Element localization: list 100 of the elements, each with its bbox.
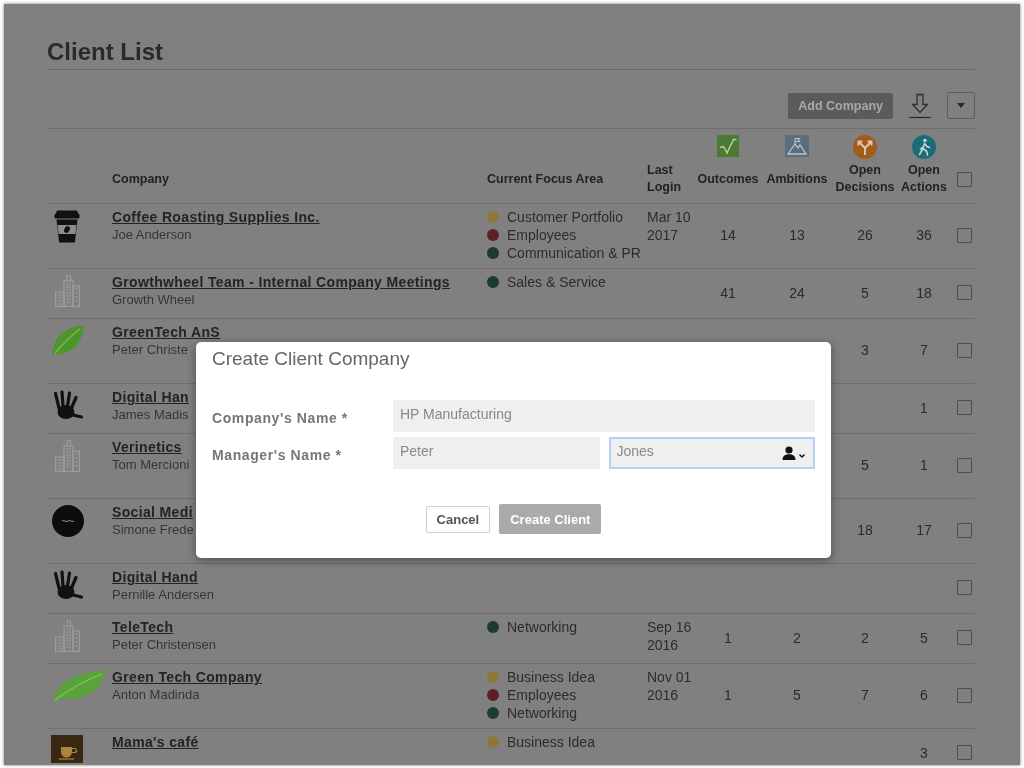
outcomes-count: 1	[724, 686, 732, 704]
manager-name: Peter Christensen	[112, 636, 217, 654]
column-header: Company	[112, 170, 169, 188]
column-header: Last Login	[647, 162, 682, 196]
manager-name: James Madis	[112, 406, 189, 424]
focus-area-label: Sales & Service	[507, 273, 606, 291]
row-checkbox[interactable]	[956, 745, 972, 760]
actions-count: 17	[916, 521, 932, 539]
focus-area-label: Employees	[507, 686, 577, 704]
row-checkbox[interactable]	[956, 457, 972, 473]
person-picker-field[interactable]: Jones	[608, 437, 815, 469]
manager-name: Joe Anderson	[112, 226, 192, 244]
decisions-count: 18	[857, 521, 873, 539]
column-header: Open Actions	[900, 162, 948, 196]
focus-area-label: Networking	[507, 704, 578, 722]
cup-tile-icon	[51, 735, 83, 763]
actions-count: 1	[920, 398, 928, 417]
decisions-count: 3	[861, 341, 869, 359]
manager-name: Anton Madinda	[112, 686, 200, 704]
add-company-button[interactable]: Add Company	[788, 92, 893, 119]
row-checkbox[interactable]	[956, 630, 972, 645]
actions-count: 7	[920, 341, 928, 359]
focus-area-label: Business Idea	[507, 733, 595, 751]
focus-area-label: Business Idea	[507, 668, 595, 686]
focus-area-label: Customer Portfolio	[507, 208, 623, 226]
last-login-date: Mar 10 2017	[647, 208, 692, 244]
row-checkbox[interactable]	[956, 400, 972, 415]
company-link[interactable]: TeleTech	[112, 618, 174, 636]
row-checkbox[interactable]	[956, 285, 972, 300]
row-checkbox[interactable]	[956, 342, 972, 358]
outcomes-count: 14	[720, 226, 736, 244]
decisions-count: 26	[857, 226, 873, 244]
row-checkbox[interactable]	[956, 227, 972, 243]
outcomes-count: 1	[724, 628, 732, 647]
leaf-icon	[52, 670, 106, 702]
actions-count: 5	[920, 628, 928, 647]
ambitions-count: 24	[789, 283, 805, 302]
mountain-icon	[785, 135, 809, 157]
row-checkbox[interactable]	[956, 522, 972, 538]
ambitions-count: 2	[793, 628, 801, 647]
person-chevron-icon[interactable]	[782, 446, 806, 460]
company-link[interactable]: Digital Han	[112, 388, 189, 406]
actions-count: 6	[920, 686, 928, 704]
text-field[interactable]: HP Manufacturing	[393, 400, 815, 432]
caret-icon	[957, 103, 965, 108]
company-link[interactable]: Coffee Roasting Supplies Inc.	[112, 208, 320, 226]
outcomes-count: 41	[720, 283, 736, 302]
download-icon[interactable]	[908, 92, 932, 119]
checkmark-icon	[717, 135, 739, 157]
company-link[interactable]: Green Tech Company	[112, 668, 262, 686]
round-logo-icon	[52, 505, 84, 537]
dialog-title: Create Client Company	[212, 348, 410, 370]
page-title: Client List	[47, 38, 163, 66]
select-all-checkbox[interactable]	[956, 171, 972, 187]
actions-count: 36	[916, 226, 932, 244]
dropdown-button[interactable]	[947, 92, 975, 119]
ambitions-count: 5	[793, 686, 801, 704]
decisions-count: 5	[861, 283, 869, 302]
create-client-button[interactable]: Create Client	[499, 504, 602, 534]
actions-count: 18	[916, 283, 932, 302]
actions-count: 3	[920, 743, 928, 762]
decisions-count: 2	[861, 628, 869, 647]
manager-name: Growth Wheel	[112, 291, 195, 309]
actions-count: 1	[920, 456, 928, 474]
column-header: Open Decisions	[835, 162, 895, 196]
column-header: Current Focus Area	[487, 170, 604, 188]
manager-name: Peter Christe	[112, 341, 188, 359]
field-label: Company's Name *	[212, 409, 348, 426]
ambitions-count: 13	[789, 226, 805, 244]
coffee-cup-icon	[52, 210, 82, 243]
handprint-icon	[52, 570, 84, 602]
row-checkbox[interactable]	[956, 580, 972, 595]
column-header: Outcomes	[697, 170, 759, 188]
company-link[interactable]: Growthwheel Team - Internal Company Meetings	[112, 273, 450, 291]
manager-name: Simone Frede	[112, 521, 194, 539]
decisions-count: 5	[861, 456, 869, 474]
column-header: Ambitions	[766, 170, 828, 188]
focus-area-label: Employees	[507, 226, 577, 244]
company-link[interactable]: Mama's café	[112, 733, 199, 751]
text-field[interactable]: Peter	[393, 437, 600, 469]
company-link[interactable]: Digital Hand	[112, 568, 198, 586]
handprint-icon	[52, 390, 84, 422]
company-link[interactable]: GreenTech AnS	[112, 323, 221, 341]
fork-arrows-icon	[853, 135, 877, 159]
building-icon	[54, 440, 80, 472]
walking-person-icon	[912, 135, 936, 159]
manager-name: Pernille Andersen	[112, 586, 214, 604]
decisions-count: 7	[861, 686, 869, 704]
company-link[interactable]: Social Medi	[112, 503, 193, 521]
company-link[interactable]: Verinetics	[112, 438, 182, 456]
last-login-date: Nov 01 2016	[647, 668, 693, 704]
building-icon	[54, 620, 80, 652]
manager-name: Tom Mercioni	[112, 456, 190, 474]
focus-area-label: Communication & PR	[507, 244, 641, 262]
building-icon	[54, 275, 80, 307]
focus-area-label: Networking	[507, 618, 578, 636]
row-checkbox[interactable]	[956, 687, 972, 703]
field-label: Manager's Name *	[212, 446, 342, 463]
last-login-date: Sep 16 2016	[647, 618, 693, 654]
cancel-button[interactable]: Cancel	[425, 505, 491, 533]
